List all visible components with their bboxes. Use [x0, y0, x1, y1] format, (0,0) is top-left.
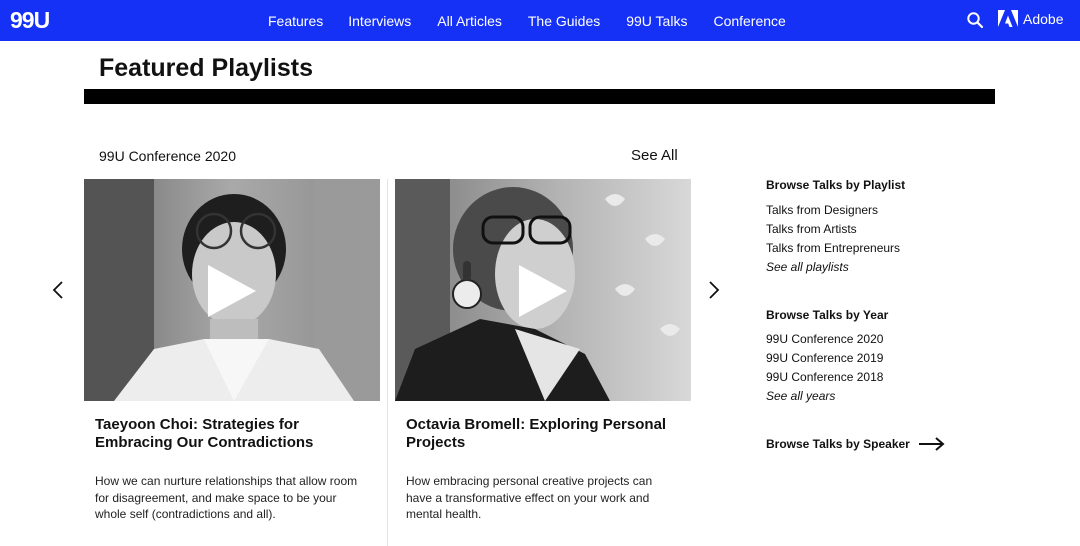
- nav-links: Features Interviews All Articles The Gui…: [268, 0, 812, 41]
- nav-link-features[interactable]: Features: [268, 13, 323, 29]
- browse-by-speaker-link[interactable]: Browse Talks by Speaker: [766, 437, 945, 451]
- card-divider: [387, 179, 388, 546]
- nav-link-all-articles[interactable]: All Articles: [437, 13, 502, 29]
- see-all-link[interactable]: See All: [631, 147, 678, 164]
- play-icon: [208, 265, 256, 317]
- talk-description: How embracing personal creative projects…: [406, 474, 653, 521]
- sidebar-item-artists[interactable]: Talks from Artists: [766, 222, 857, 236]
- title-underline-bar: [84, 89, 995, 104]
- search-icon[interactable]: [966, 11, 984, 29]
- top-nav: 99U Features Interviews All Articles The…: [0, 0, 1080, 41]
- playlist-name: 99U Conference 2020: [99, 148, 236, 164]
- video-thumbnail[interactable]: [84, 179, 380, 401]
- nav-link-conference[interactable]: Conference: [713, 13, 785, 29]
- play-icon: [519, 265, 567, 317]
- talk-card: Octavia Bromell: Exploring Personal Proj…: [395, 179, 691, 521]
- adobe-link[interactable]: Adobe: [998, 10, 1063, 27]
- arrow-right-icon: [918, 437, 945, 451]
- video-thumbnail[interactable]: [395, 179, 691, 401]
- adobe-label: Adobe: [1023, 10, 1064, 27]
- site-logo[interactable]: 99U: [10, 7, 50, 34]
- nav-link-interviews[interactable]: Interviews: [348, 13, 411, 29]
- browse-by-year-heading: Browse Talks by Year: [766, 308, 889, 322]
- talk-title[interactable]: Taeyoon Choi: Strategies for Embracing O…: [95, 416, 365, 452]
- adobe-logo-icon: [998, 10, 1018, 27]
- page-title: Featured Playlists: [99, 54, 313, 82]
- sidebar-item-2020[interactable]: 99U Conference 2020: [766, 332, 883, 346]
- nav-link-99u-talks[interactable]: 99U Talks: [626, 13, 687, 29]
- sidebar-item-2019[interactable]: 99U Conference 2019: [766, 351, 883, 365]
- browse-by-speaker-label: Browse Talks by Speaker: [766, 437, 910, 451]
- chevron-left-icon[interactable]: [51, 280, 65, 300]
- sidebar-item-entrepreneurs[interactable]: Talks from Entrepreneurs: [766, 241, 900, 255]
- see-all-years-link[interactable]: See all years: [766, 389, 835, 403]
- browse-by-playlist-heading: Browse Talks by Playlist: [766, 178, 906, 192]
- sidebar-item-2018[interactable]: 99U Conference 2018: [766, 370, 883, 384]
- talk-title[interactable]: Octavia Bromell: Exploring Personal Proj…: [406, 416, 676, 452]
- see-all-playlists-link[interactable]: See all playlists: [766, 260, 849, 274]
- sidebar-item-designers[interactable]: Talks from Designers: [766, 203, 878, 217]
- talk-card: Taeyoon Choi: Strategies for Embracing O…: [84, 179, 380, 521]
- talk-description: How we can nurture relationships that al…: [95, 474, 358, 521]
- nav-link-the-guides[interactable]: The Guides: [528, 13, 600, 29]
- chevron-right-icon[interactable]: [707, 280, 721, 300]
